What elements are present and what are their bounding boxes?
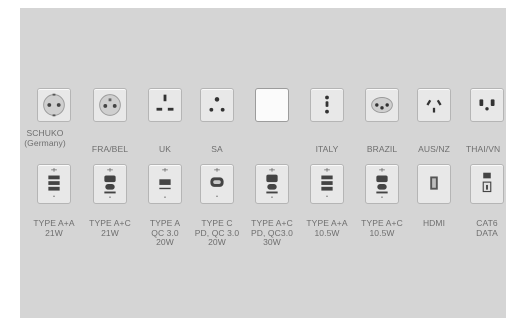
module-label-cat6: CAT6 DATA (476, 218, 498, 238)
aus-nz-socket-icon (417, 88, 451, 122)
brazil-socket-icon (365, 88, 399, 122)
catalog-panel: SCHUKO (Germany) FRA/BEL UK SA ITALY BRAZ… (20, 8, 506, 318)
outlet-label-schuko: SCHUKO (Germany) (24, 128, 66, 148)
outlet-label-thai: THAI/VN (466, 144, 501, 154)
schuko-socket-icon (37, 88, 71, 122)
fra-bel-socket-icon (93, 88, 127, 122)
italy-socket-icon (310, 88, 344, 122)
cat6-data-module-icon (470, 164, 504, 204)
blank-plate-icon (255, 88, 289, 122)
outlet-label-sa: SA (211, 144, 223, 154)
usb-a-a-module-icon (37, 164, 71, 204)
usb-a-c-module-icon (365, 164, 399, 204)
usb-a-c-pd-module-icon (255, 164, 289, 204)
hdmi-module-icon (417, 164, 451, 204)
uk-socket-icon (148, 88, 182, 122)
usb-a-c-module-icon (93, 164, 127, 204)
sa-socket-icon (200, 88, 234, 122)
thai-socket-icon (470, 88, 504, 122)
usb-a-qc-module-icon (148, 164, 182, 204)
usb-a-a-module-icon (310, 164, 344, 204)
usb-c-pd-module-icon (200, 164, 234, 204)
